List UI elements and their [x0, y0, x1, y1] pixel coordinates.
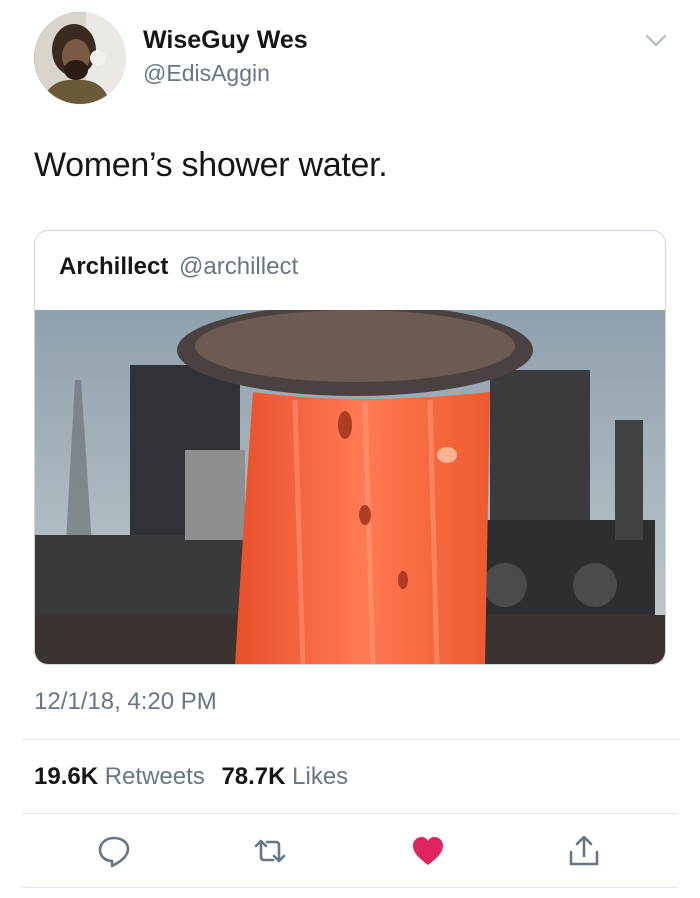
heart-icon: [413, 837, 443, 865]
reply-icon: [98, 836, 130, 868]
quoted-tweet-card[interactable]: Archillect @archillect: [34, 230, 666, 665]
author-display-name[interactable]: WiseGuy Wes: [143, 26, 308, 55]
retweets-stat[interactable]: 19.6K Retweets: [34, 763, 211, 790]
likes-stat[interactable]: 78.7K Likes: [221, 763, 348, 790]
retweet-button[interactable]: [252, 833, 288, 869]
tweet-text: Women’s shower water.: [34, 146, 388, 184]
retweets-count: 19.6K: [34, 763, 99, 790]
divider: [22, 813, 678, 814]
like-button[interactable]: [410, 833, 446, 869]
retweet-icon: [254, 839, 286, 863]
quoted-tweet-image[interactable]: [35, 310, 665, 664]
chevron-down-icon[interactable]: [644, 30, 668, 52]
reply-button[interactable]: [96, 833, 132, 869]
tweet-timestamp: 12/1/18, 4:20 PM: [34, 688, 217, 715]
divider: [22, 739, 678, 740]
share-icon: [569, 835, 599, 866]
likes-count: 78.7K: [221, 763, 286, 790]
avatar-image: [34, 12, 126, 104]
author-avatar[interactable]: [34, 12, 126, 104]
divider: [22, 887, 678, 888]
quoted-tweet-header: Archillect @archillect: [59, 253, 298, 281]
quoted-author-handle: @archillect: [179, 253, 299, 280]
quoted-author-name: Archillect: [59, 253, 169, 280]
retweets-label: Retweets: [104, 763, 205, 790]
likes-label: Likes: [292, 763, 349, 790]
author-handle[interactable]: @EdisAggin: [143, 60, 270, 87]
tweet-stats: 19.6K Retweets 78.7K Likes: [34, 763, 358, 791]
share-button[interactable]: [566, 833, 602, 869]
